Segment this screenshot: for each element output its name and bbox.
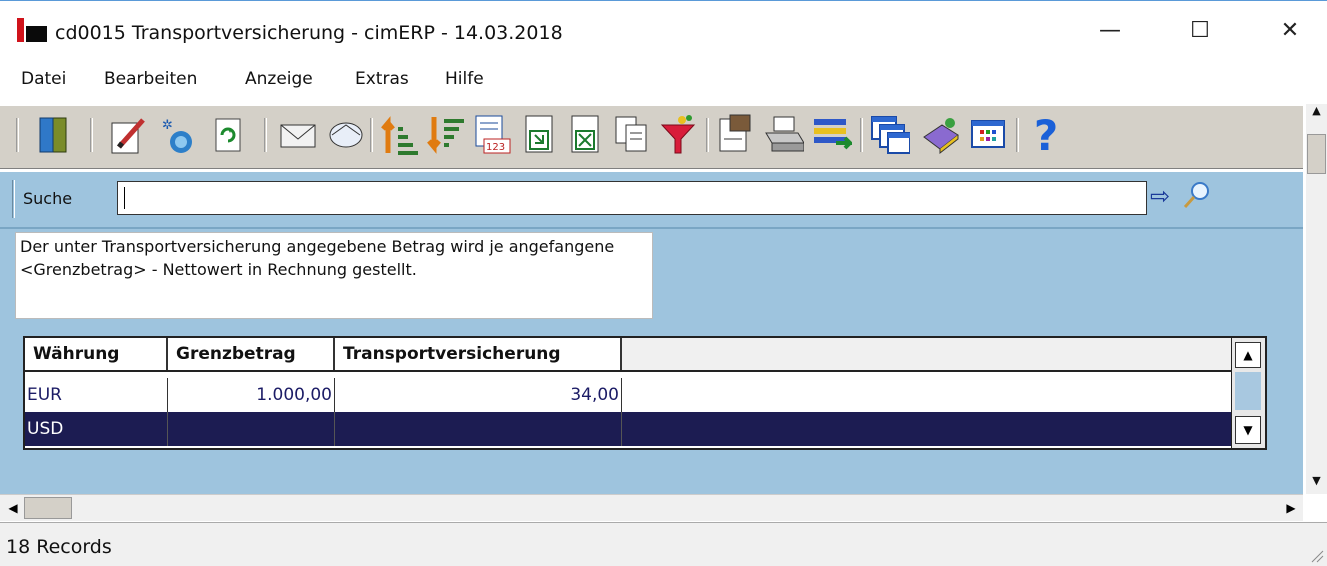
cell-empty: [622, 412, 1231, 446]
info-note: Der unter Transportversicherung angegebe…: [15, 232, 653, 319]
properties-icon[interactable]: [716, 113, 756, 157]
minimize-button[interactable]: —: [1088, 15, 1132, 47]
status-bar: 18 Records: [0, 522, 1327, 566]
menu-bearbeiten[interactable]: Bearbeiten: [104, 69, 197, 89]
svg-text:✲: ✲: [162, 118, 173, 133]
cell-waehrung[interactable]: EUR: [25, 378, 168, 412]
grid-scroll-thumb[interactable]: [1235, 372, 1261, 410]
cell-transportversicherung[interactable]: [335, 412, 622, 446]
calendar-123-icon[interactable]: 123: [472, 113, 512, 157]
sort-descending-icon[interactable]: [426, 113, 466, 157]
excel-export-icon[interactable]: [566, 113, 606, 157]
text-caret: [124, 187, 125, 209]
exit-door-icon[interactable]: [34, 113, 74, 157]
help-glyph: ?: [1033, 110, 1059, 160]
vertical-scrollbar[interactable]: ▲ ▼: [1306, 104, 1327, 494]
sort-ascending-icon[interactable]: [380, 113, 420, 157]
close-button[interactable]: ✕: [1268, 15, 1312, 47]
content-area: Der unter Transportversicherung angegebe…: [0, 229, 1303, 494]
toolbar-separator: [706, 118, 709, 152]
cell-grenzbetrag[interactable]: 1.000,00: [168, 378, 335, 412]
app-logo-icon: [17, 18, 47, 42]
menu-hilfe[interactable]: Hilfe: [445, 69, 484, 89]
toolbar-separator: [860, 118, 863, 152]
cell-empty: [622, 378, 1231, 412]
refresh-icon[interactable]: [208, 113, 248, 157]
filter-icon[interactable]: [658, 113, 698, 157]
help-icon[interactable]: ?: [1026, 110, 1066, 160]
grid-header: Währung Grenzbetrag Transportversicherun…: [25, 338, 1231, 372]
column-header-empty: [622, 338, 1231, 370]
scroll-down-arrow-icon[interactable]: ▼: [1308, 474, 1325, 494]
list-transfer-icon[interactable]: [812, 113, 852, 157]
menu-extras[interactable]: Extras: [355, 69, 409, 89]
toolbar-separator: [16, 118, 19, 152]
toolbar-separator: [1016, 118, 1019, 152]
scroll-up-arrow-icon[interactable]: ▲: [1308, 104, 1325, 124]
edit-pencil-icon[interactable]: [108, 113, 148, 157]
mail-icon[interactable]: [278, 113, 318, 157]
book-icon[interactable]: [920, 113, 960, 157]
grid-view-icon[interactable]: [968, 113, 1008, 157]
resize-grip-icon[interactable]: [1310, 549, 1324, 563]
search-separator: [12, 180, 15, 218]
toolbar: ✲ 123 ?: [0, 104, 1303, 169]
search-go-arrow-icon[interactable]: ⇨: [1150, 182, 1170, 210]
application-window: cd0015 Transportversicherung - cimERP - …: [0, 0, 1327, 566]
grid-scroll-up-icon[interactable]: ▲: [1235, 342, 1261, 368]
grid-scroll-down-icon[interactable]: ▼: [1235, 416, 1261, 444]
maximize-button[interactable]: ☐: [1178, 15, 1222, 47]
copy-icon[interactable]: [612, 113, 652, 157]
windows-icon[interactable]: [870, 113, 910, 157]
new-record-icon[interactable]: ✲: [158, 113, 198, 157]
toolbar-separator: [370, 118, 373, 152]
record-count: 18 Records: [6, 536, 112, 558]
grid-vertical-scrollbar[interactable]: ▲ ▼: [1231, 338, 1265, 448]
menu-datei[interactable]: Datei: [21, 69, 66, 89]
column-header-transportversicherung[interactable]: Transportversicherung: [335, 338, 622, 370]
table-row-selected[interactable]: USD: [25, 412, 1231, 446]
cell-grenzbetrag[interactable]: [168, 412, 335, 446]
window-title: cd0015 Transportversicherung - cimERP - …: [55, 22, 563, 44]
table-row[interactable]: EUR 1.000,00 34,00: [25, 378, 1231, 412]
cell-waehrung[interactable]: USD: [25, 412, 168, 446]
print-icon[interactable]: [764, 113, 804, 157]
title-bar: cd0015 Transportversicherung - cimERP - …: [0, 1, 1327, 45]
magnifier-icon[interactable]: [1182, 180, 1212, 214]
toolbar-separator: [90, 118, 93, 152]
search-input[interactable]: [117, 181, 1147, 215]
scroll-thumb[interactable]: [1307, 134, 1326, 174]
toolbar-separator: [264, 118, 267, 152]
search-label: Suche: [23, 189, 73, 208]
horizontal-scrollbar[interactable]: ◀ ▶: [0, 494, 1303, 521]
column-header-waehrung[interactable]: Währung: [25, 338, 168, 370]
svg-text:123: 123: [486, 142, 505, 153]
export-icon[interactable]: [520, 113, 560, 157]
scroll-right-arrow-icon[interactable]: ▶: [1282, 499, 1300, 517]
cell-transportversicherung[interactable]: 34,00: [335, 378, 622, 412]
menu-anzeige[interactable]: Anzeige: [245, 69, 313, 89]
search-panel: Suche ⇨: [0, 171, 1303, 229]
search-circle-icon[interactable]: [326, 113, 366, 157]
column-header-grenzbetrag[interactable]: Grenzbetrag: [168, 338, 335, 370]
data-grid: Währung Grenzbetrag Transportversicherun…: [23, 336, 1267, 450]
hscroll-thumb[interactable]: [24, 497, 72, 519]
scroll-left-arrow-icon[interactable]: ◀: [4, 499, 22, 517]
